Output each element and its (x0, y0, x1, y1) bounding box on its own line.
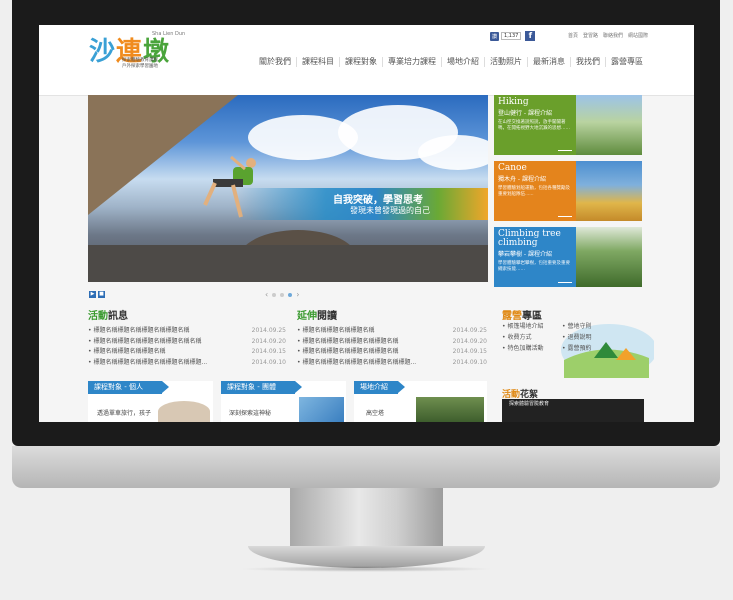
nav-item-photos[interactable]: 活動照片 (484, 57, 527, 67)
group-photo (299, 397, 344, 422)
tab-venue-text: 高空塔 (366, 410, 385, 417)
promo-climbing-text: Climbing tree climbing 攀岩攀樹 - 課程介紹 學習體驗攀岩… (494, 227, 576, 287)
promo-desc: 學習體驗划船運動，包括各種獎勵及重要划船隊伍...... (498, 186, 570, 197)
slider-pause-button[interactable]: ■ (98, 291, 105, 298)
camping-links: • 帳篷場地介紹 • 營地守則 • 收費方式 • 退費說明 • 特色加購活動 •… (502, 321, 622, 352)
camping-link[interactable]: • 帳篷場地介紹 (502, 321, 562, 330)
promo-hiking-text: Hiking 登山健行 - 課程介紹 在山徑交換著說照說，放手聞聞著嗎，在開拓視… (494, 95, 576, 155)
util-link-contact[interactable]: 聯絡我們 (603, 32, 623, 39)
promo-canoe-photo (576, 161, 642, 221)
slider-prev-arrow[interactable]: ‹ (265, 290, 268, 299)
news-title: 活動訊息 (88, 311, 128, 322)
hero-banner[interactable]: 自我突破，學習思考 發現未曾發現過的自己 (88, 95, 488, 282)
reading-item[interactable]: • 標題名稱標題名稱標題名稱標題名稱 2014.09.20 (297, 337, 487, 348)
hero-headline: 自我突破，學習思考 (333, 195, 423, 206)
hero-valley (88, 245, 488, 282)
site-header: 沙連墩 Sha Lien Dun 探索體驗教育課程 戶外探索學習園地 讚 1,1… (39, 25, 694, 96)
slider-next-arrow[interactable]: › (296, 290, 299, 299)
more-arrow-icon[interactable] (558, 150, 572, 151)
nav-item-find-us[interactable]: 我找們 (570, 57, 605, 67)
promo-title-zh: 登山健行 - 課程介紹 (498, 110, 553, 117)
news-item[interactable]: • 標題名稱標題名稱標題名稱標題名稱名稱 2014.09.20 (88, 337, 286, 348)
utility-links: 首頁 登冒路 聯絡我們 網站國際 (568, 32, 648, 39)
logo-english: Sha Lien Dun (152, 31, 186, 37)
news-item[interactable]: • 標題名稱標題名稱標題名稱 2014.09.15 (88, 347, 286, 358)
logo-tagline: 探索體驗教育課程 戶外探索學習園地 (122, 58, 158, 69)
slider-dot[interactable] (272, 292, 277, 297)
flowers-caption: 探索體驗冒險教育 (509, 401, 550, 407)
promo-hiking-photo (576, 95, 642, 155)
promo-title-en: Canoe (498, 163, 527, 173)
logo-char-1: 沙 (89, 37, 117, 67)
tab-individual[interactable]: 課程對象 - 個人 (88, 381, 169, 394)
more-arrow-icon[interactable] (558, 282, 572, 283)
nav-item-news[interactable]: 最新消息 (527, 57, 570, 67)
news-section: 活動訊息 • 標題名稱標題名稱標題名稱標題名稱 2014.09.25 • 標題名稱… (88, 307, 286, 368)
tab-venue[interactable]: 場地介紹 (354, 381, 405, 394)
tab-group[interactable]: 課程對象 - 團體 (221, 381, 302, 394)
nav-item-audience[interactable]: 課程對象 (339, 57, 382, 67)
camping-link[interactable]: • 露營預約 (562, 343, 622, 352)
slider-play-button[interactable]: ▶ (89, 291, 96, 298)
monitor-stand-neck (290, 488, 443, 548)
fb-like-button[interactable]: 讚 (490, 31, 500, 41)
camping-link[interactable]: • 營地守則 (562, 321, 622, 330)
hero-cloud (418, 135, 488, 170)
website-screen: 沙連墩 Sha Lien Dun 探索體驗教育課程 戶外探索學習園地 讚 1,1… (39, 25, 694, 422)
news-item[interactable]: • 標題名稱標題名稱標題名稱標題名稱 2014.09.25 (88, 326, 286, 337)
nav-item-venue[interactable]: 場地介紹 (441, 57, 484, 67)
hero-subline: 發現未曾發現過的自己 (350, 206, 430, 215)
promo-canoe[interactable]: Canoe 獨木舟 - 課程介紹 學習體驗划船運動，包括各種獎勵及重要划船隊伍.… (494, 161, 642, 221)
camping-link[interactable]: • 特色加購活動 (502, 343, 562, 352)
slider-controls: ▶ ■ (89, 291, 105, 298)
main-nav: 關於我們 課程科目 課程對象 專業培力課程 場地介紹 活動照片 最新消息 我找們… (254, 57, 648, 67)
nav-item-about[interactable]: 關於我們 (254, 57, 296, 67)
tab-group-text: 深刻探索這神秘 (229, 410, 272, 417)
reading-title: 延伸閱讀 (297, 311, 337, 322)
monitor-chin (12, 446, 720, 488)
promo-title-zh: 獨木舟 - 課程介紹 (498, 176, 547, 183)
reading-item[interactable]: • 標題名稱標題名稱標題名稱 2014.09.25 (297, 326, 487, 337)
promo-title-zh: 攀岩攀樹 - 課程介紹 (498, 251, 553, 258)
camping-link[interactable]: • 退費說明 (562, 332, 622, 341)
promo-canoe-text: Canoe 獨木舟 - 課程介紹 學習體驗划船運動，包括各種獎勵及重要划船隊伍.… (494, 161, 576, 221)
util-link-login[interactable]: 登冒路 (583, 32, 598, 39)
venue-photo (416, 397, 484, 422)
util-link-international[interactable]: 網站國際 (628, 32, 648, 39)
nav-item-camping[interactable]: 露營專區 (605, 57, 648, 67)
reading-section: 延伸閱讀 • 標題名稱標題名稱標題名稱 2014.09.25 • 標題名稱標題名稱… (297, 307, 487, 368)
promo-climbing[interactable]: Climbing tree climbing 攀岩攀樹 - 課程介紹 學習體驗攀岩… (494, 227, 642, 287)
promo-title-en: Hiking (498, 97, 529, 107)
nav-item-training[interactable]: 專業培力課程 (382, 57, 441, 67)
camping-link[interactable]: • 收費方式 (502, 332, 562, 341)
reading-item[interactable]: • 標題名稱標題名稱標題名稱標題名稱標題... 2014.09.10 (297, 358, 487, 369)
tab-individual-text: 透過單車旅行，孩子 (97, 410, 152, 417)
facebook-icon[interactable]: f (525, 31, 536, 41)
more-arrow-icon[interactable] (558, 216, 572, 217)
monitor-shadow (240, 566, 493, 572)
slider-pager: ‹ › (265, 290, 299, 299)
individual-photo (158, 401, 210, 422)
promo-desc: 在山徑交換著說照說，放手聞聞著嗎，在開拓視野大地沉澱的思想…… (498, 120, 570, 131)
news-item[interactable]: • 標題名稱標題名稱標題名稱標題名稱標題... 2014.09.10 (88, 358, 286, 369)
promo-hiking[interactable]: Hiking 登山健行 - 課程介紹 在山徑交換著說照說，放手聞聞著嗎，在開拓視… (494, 95, 642, 155)
promo-desc: 學習體驗攀岩攀樹，包括重要及重要繩索技能…… (498, 261, 570, 272)
reading-item[interactable]: • 標題名稱標題名稱標題名稱標題名稱 2014.09.15 (297, 347, 487, 358)
promo-title-en: Climbing tree climbing (498, 229, 561, 248)
nav-item-courses[interactable]: 課程科目 (296, 57, 339, 67)
monitor-stand-base (248, 546, 485, 568)
slider-dot[interactable] (280, 292, 285, 297)
slider-dot-active[interactable] (288, 292, 293, 297)
promo-climbing-photo (576, 227, 642, 287)
facebook-like-box[interactable]: 讚 1,137 f (490, 31, 536, 41)
camping-title: 露營專區 (502, 311, 542, 322)
util-link-home[interactable]: 首頁 (568, 32, 578, 39)
camping-section: 露營專區 (502, 307, 542, 322)
fb-like-count: 1,137 (501, 32, 522, 40)
